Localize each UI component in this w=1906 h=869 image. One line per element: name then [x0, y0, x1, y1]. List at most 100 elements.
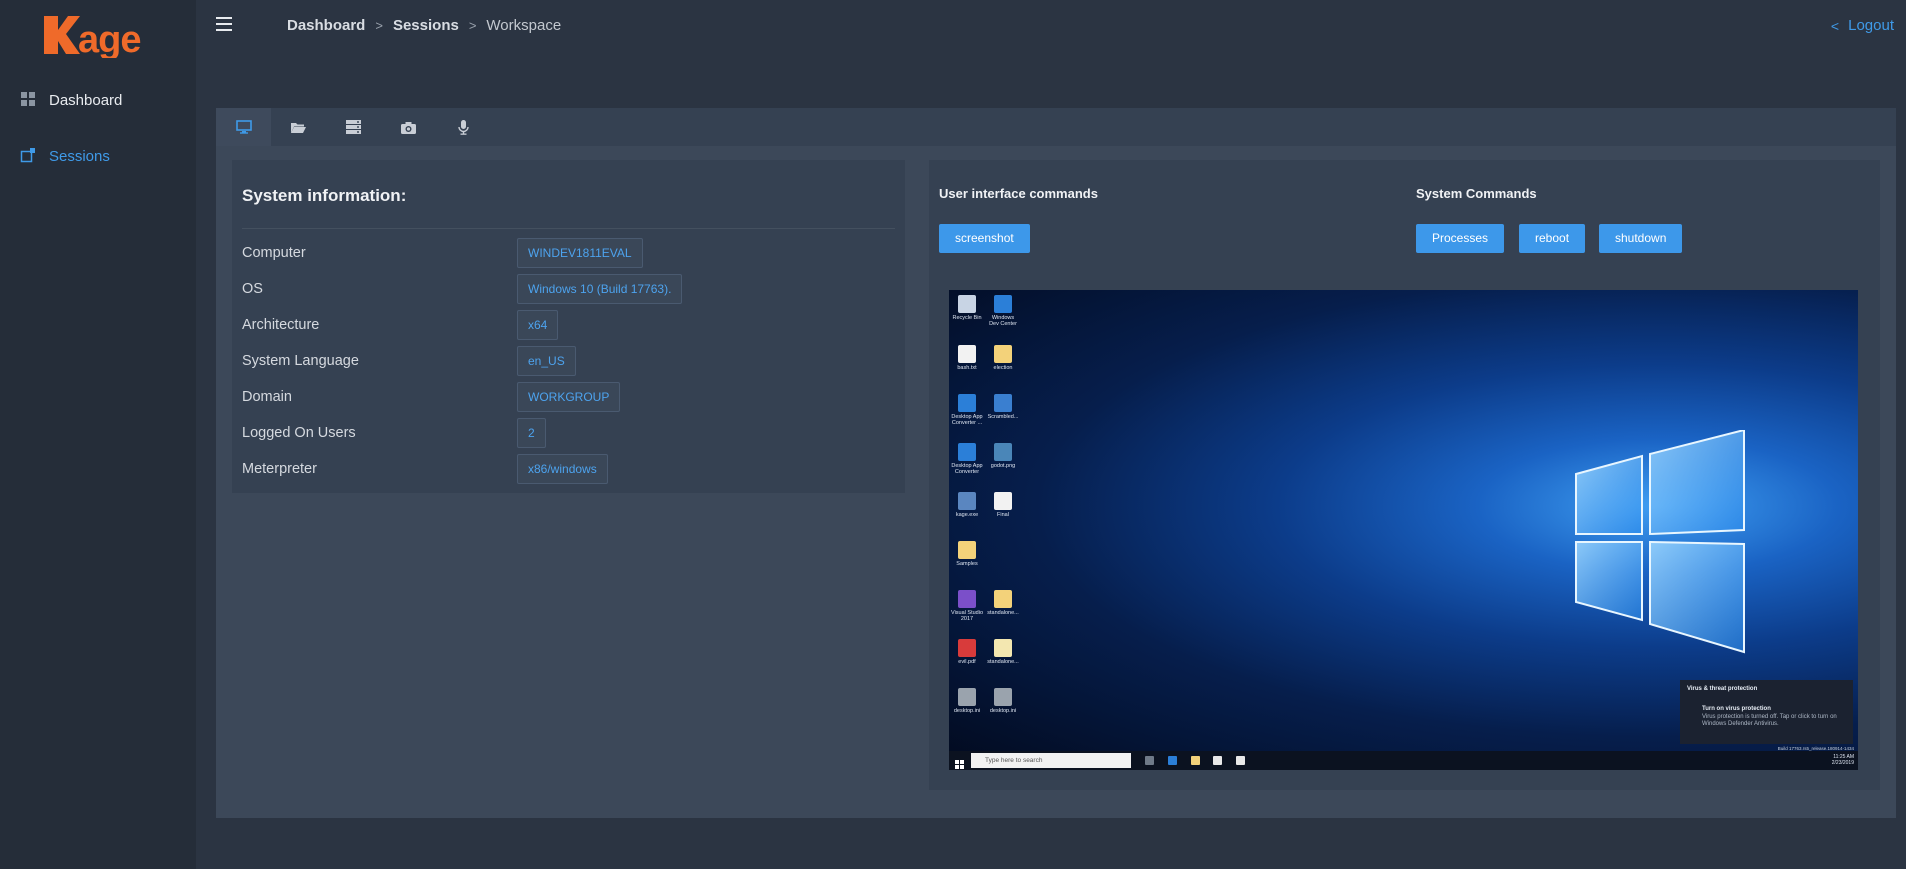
- sidebar-item-label: Dashboard: [49, 91, 123, 109]
- tray-date: 2/23/2019: [1831, 760, 1854, 766]
- breadcrumb-sessions[interactable]: Sessions: [393, 17, 459, 34]
- desktop-icon-scrambled[interactable]: Scrambled...: [987, 394, 1019, 420]
- icon-label: election: [993, 365, 1013, 371]
- icon-label: Visual Studio 2017: [951, 610, 984, 622]
- breadcrumb-workspace: Workspace: [486, 17, 562, 34]
- desktop-icon-standalone-2[interactable]: standalone...: [987, 639, 1019, 665]
- workspace-panel: System information: Computer WINDEV1811E…: [216, 108, 1896, 818]
- server-icon: [346, 120, 361, 134]
- ui-commands-title: User interface commands: [939, 186, 1098, 201]
- reboot-button[interactable]: reboot: [1519, 224, 1586, 253]
- info-label: Domain: [242, 389, 292, 405]
- tab-desktop[interactable]: [216, 108, 271, 146]
- grid-icon: [20, 91, 38, 109]
- icon-label: Final: [997, 512, 1009, 518]
- chevron-left-icon: <: [1830, 17, 1840, 34]
- start-icon[interactable]: [955, 756, 964, 769]
- info-value: WINDEV1811EVAL: [517, 238, 643, 268]
- toast-title: Virus & threat protection: [1687, 686, 1758, 692]
- tab-files[interactable]: [271, 108, 326, 146]
- desktop-icon-evil-pdf[interactable]: evil.pdf: [951, 639, 983, 665]
- desktop-icon-kage-exe[interactable]: kage.exe: [951, 492, 983, 518]
- breadcrumb: Dashboard > Sessions > Workspace: [287, 17, 561, 34]
- info-value: x86/windows: [517, 454, 608, 484]
- desktop-icon-bash-txt[interactable]: bash.txt: [951, 345, 983, 371]
- icon-label: Scrambled...: [987, 414, 1019, 420]
- defender-toast[interactable]: Virus & threat protection Turn on virus …: [1680, 680, 1853, 744]
- desktop-icon-visual-studio[interactable]: Visual Studio 2017: [951, 590, 983, 622]
- icon-label: bash.txt: [957, 365, 977, 371]
- tab-webcam[interactable]: [381, 108, 436, 146]
- folder-icon: [994, 345, 1012, 363]
- image-file-icon: [994, 443, 1012, 461]
- system-commands-title: System Commands: [1416, 186, 1537, 201]
- taskbar-search[interactable]: Type here to search: [971, 753, 1131, 768]
- logout-link[interactable]: < Logout: [1831, 17, 1894, 34]
- text-file-icon: [958, 345, 976, 363]
- sidebar-item-dashboard[interactable]: Dashboard: [20, 88, 122, 112]
- file-icon: [994, 639, 1012, 657]
- system-tray-clock[interactable]: 11:25 AM 2/23/2019: [1832, 754, 1854, 766]
- file-icon: [994, 492, 1012, 510]
- tab-microphone[interactable]: [436, 108, 491, 146]
- screenshot-button[interactable]: screenshot: [939, 224, 1030, 253]
- desktop-icon-standalone-1[interactable]: standalone...: [987, 590, 1019, 616]
- desktop-icon-samples[interactable]: Samples: [951, 541, 983, 567]
- icon-label: Windows Dev Center: [989, 315, 1017, 327]
- icon-label: Desktop App Converter ...: [951, 414, 983, 426]
- svg-text:age: age: [78, 19, 140, 58]
- icon-label: Samples: [956, 561, 978, 567]
- tab-processes[interactable]: [326, 108, 381, 146]
- breadcrumb-dashboard[interactable]: Dashboard: [287, 17, 365, 34]
- info-row-language: System Language en_US: [242, 346, 892, 376]
- app-icon: [958, 394, 976, 412]
- mail-icon[interactable]: [1236, 756, 1245, 765]
- desktop-icon-app-converter-2[interactable]: Desktop App Converter: [951, 443, 983, 475]
- commands-card: User interface commands screenshot Syste…: [929, 160, 1880, 790]
- microphone-icon: [458, 119, 469, 135]
- divider: [242, 228, 895, 229]
- store-icon[interactable]: [1213, 756, 1222, 765]
- desktop-icon-recycle-bin[interactable]: Recycle Bin: [951, 295, 983, 321]
- camera-icon: [401, 121, 416, 134]
- task-view-icon[interactable]: [1145, 756, 1154, 765]
- edge-icon[interactable]: [1168, 756, 1177, 765]
- sessions-icon: [20, 147, 38, 165]
- info-row-architecture: Architecture x64: [242, 310, 892, 340]
- archive-icon: [994, 590, 1012, 608]
- info-label: OS: [242, 281, 263, 297]
- file-explorer-icon[interactable]: [1191, 756, 1200, 765]
- desktop-icon-election[interactable]: election: [987, 345, 1019, 371]
- icon-label: evil.pdf: [958, 659, 976, 665]
- icon-label: desktop.ini: [989, 708, 1017, 714]
- info-value: en_US: [517, 346, 576, 376]
- visual-studio-icon: [958, 590, 976, 608]
- info-label: Logged On Users: [242, 425, 356, 441]
- desktop-icon-dev-center[interactable]: Windows Dev Center: [987, 295, 1019, 327]
- processes-button[interactable]: Processes: [1416, 224, 1505, 253]
- settings-file-icon: [994, 688, 1012, 706]
- info-row-meterpreter: Meterpreter x86/windows: [242, 454, 892, 484]
- logo-graphic: age: [44, 16, 141, 61]
- info-value: 2: [517, 418, 546, 448]
- info-label: Architecture: [242, 317, 320, 333]
- app-icon: [958, 443, 976, 461]
- sidebar-item-sessions[interactable]: Sessions: [20, 144, 110, 168]
- app-icon: [994, 394, 1012, 412]
- kage-logo[interactable]: age: [44, 14, 148, 61]
- desktop-icon-final[interactable]: Final: [987, 492, 1019, 518]
- folder-open-icon: [291, 122, 306, 133]
- info-row-logged-on-users: Logged On Users 2: [242, 418, 892, 448]
- desktop-icon-desktop-ini-1[interactable]: desktop.ini: [951, 688, 983, 714]
- desktop-icon-app-converter-1[interactable]: Desktop App Converter ...: [951, 394, 983, 426]
- info-value: x64: [517, 310, 559, 340]
- icon-label: Desktop App Converter: [951, 463, 983, 475]
- info-label: Computer: [242, 245, 306, 261]
- hamburger-menu-icon[interactable]: [216, 17, 232, 31]
- desktop-icon-desktop-ini-2[interactable]: desktop.ini: [987, 688, 1019, 714]
- icon-label: godot.png: [990, 463, 1016, 469]
- chevron-right-icon: >: [468, 18, 477, 33]
- pdf-icon: [958, 639, 976, 657]
- shutdown-button[interactable]: shutdown: [1599, 224, 1683, 253]
- desktop-icon-godot[interactable]: godot.png: [987, 443, 1019, 469]
